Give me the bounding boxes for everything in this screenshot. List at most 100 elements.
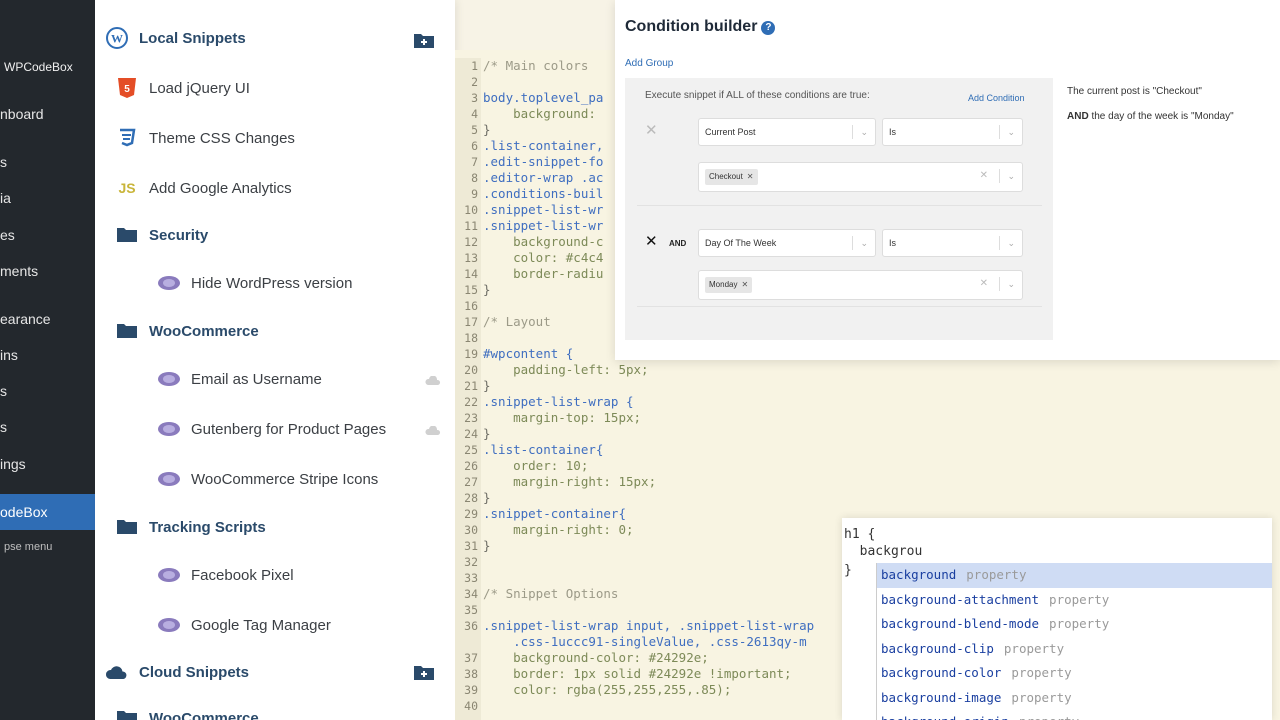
code-line: } <box>844 563 852 578</box>
wp-menu-item[interactable]: ings <box>0 456 26 472</box>
code-line[interactable]: border: 1px solid #24292e !important; <box>483 666 791 682</box>
code-line[interactable]: padding-left: 5px; <box>483 362 648 378</box>
code-line[interactable]: /* Snippet Options <box>483 586 618 602</box>
autocomplete-suggestion[interactable]: background-color property <box>877 661 1272 686</box>
code-line[interactable]: background: <box>483 106 596 122</box>
wp-menu-item[interactable]: s <box>0 154 7 170</box>
code-line[interactable]: } <box>483 538 491 554</box>
snippet-item[interactable]: 5 Load jQuery UI <box>115 76 250 100</box>
php-icon <box>157 417 181 441</box>
snippet-folder[interactable]: Tracking Scripts <box>115 515 266 539</box>
code-line[interactable]: .edit-snippet-fo <box>483 154 603 170</box>
code-line[interactable]: background-c <box>483 234 603 250</box>
snippets-panel: W Local Snippets 5 Load jQuery UI Theme … <box>95 0 455 720</box>
autocomplete-suggestion[interactable]: background-image property <box>877 686 1272 711</box>
code-line[interactable]: } <box>483 122 491 138</box>
add-group-link[interactable]: Add Group <box>625 58 673 69</box>
code-line[interactable]: .snippet-list-wrap input, .snippet-list-… <box>483 618 814 634</box>
snippet-folder[interactable]: Security <box>115 223 208 247</box>
line-number: 34 <box>464 587 478 601</box>
code-line[interactable]: /* Layout <box>483 314 551 330</box>
code-line[interactable]: .snippet-list-wr <box>483 218 603 234</box>
condition-value-select[interactable]: Monday ✕ ✕ ⌄ <box>698 270 1023 300</box>
code-line[interactable]: .snippet-list-wr <box>483 202 603 218</box>
condition-builder-panel: Condition builder? Add Group Execute sni… <box>615 0 1280 360</box>
line-number: 12 <box>464 235 478 249</box>
autocomplete-suggestion[interactable]: background-clip property <box>877 637 1272 662</box>
wp-menu-item[interactable]: ins <box>0 347 18 363</box>
add-folder-icon[interactable] <box>413 31 435 54</box>
wp-menu-item[interactable]: ia <box>0 190 11 206</box>
clear-icon: ✕ <box>979 278 988 289</box>
and-label: AND <box>669 239 687 248</box>
code-line[interactable]: body.toplevel_pa <box>483 90 603 106</box>
remove-condition-icon[interactable]: ✕ <box>645 232 658 250</box>
code-line[interactable]: order: 10; <box>483 458 588 474</box>
code-line[interactable]: .conditions-buil <box>483 186 603 202</box>
autocomplete-suggestion[interactable]: background property <box>877 563 1272 588</box>
condition-field-select[interactable]: Current Post ⌄ <box>698 118 876 146</box>
value-tag[interactable]: Monday ✕ <box>705 277 753 293</box>
code-line[interactable]: margin-top: 15px; <box>483 410 641 426</box>
condition-field-select[interactable]: Day Of The Week ⌄ <box>698 229 876 257</box>
snippet-item[interactable]: Google Tag Manager <box>157 613 331 637</box>
suggestion-name: background-image <box>881 689 1002 705</box>
condition-operator-select[interactable]: Is ⌄ <box>882 229 1023 257</box>
wp-brand-label: WPCodeBox <box>4 60 73 74</box>
code-line[interactable]: } <box>483 490 491 506</box>
code-line[interactable]: #wpcontent { <box>483 346 573 362</box>
wp-menu-item[interactable]: ments <box>0 263 38 279</box>
add-folder-icon[interactable] <box>413 663 435 686</box>
snippet-item[interactable]: Hide WordPress version <box>157 271 352 295</box>
folder-icon <box>115 515 139 539</box>
svg-text:5: 5 <box>124 84 130 95</box>
js-icon: JS <box>118 180 136 196</box>
snippet-item[interactable]: Email as Username <box>157 367 322 391</box>
line-number: 37 <box>464 651 478 665</box>
snippet-item[interactable]: Facebook Pixel <box>157 563 294 587</box>
code-line[interactable]: margin-right: 15px; <box>483 474 656 490</box>
snippet-item[interactable]: Theme CSS Changes <box>115 126 295 150</box>
snippet-item[interactable]: Gutenberg for Product Pages <box>157 417 386 441</box>
collapse-menu-button[interactable]: pse menu <box>4 541 52 553</box>
code-line[interactable]: color: rgba(255,255,255,.85); <box>483 682 731 698</box>
clear-icon: ✕ <box>979 170 988 181</box>
autocomplete-suggestion[interactable]: background-origin property <box>877 710 1272 720</box>
snippet-item[interactable]: JS Add Google Analytics <box>115 176 291 200</box>
line-number: 11 <box>464 219 478 233</box>
wp-menu-item-label[interactable]: odeBox <box>0 504 47 520</box>
condition-value-select[interactable]: Checkout ✕ ✕ ⌄ <box>698 162 1023 192</box>
code-line[interactable]: margin-right: 0; <box>483 522 633 538</box>
wp-menu-item[interactable]: es <box>0 227 15 243</box>
code-line[interactable]: border-radiu <box>483 266 603 282</box>
code-line[interactable]: .editor-wrap .ac <box>483 170 603 186</box>
suggestion-kind: property <box>1019 714 1079 720</box>
snippet-folder[interactable]: WooCommerce <box>115 706 259 720</box>
code-line[interactable]: .list-container, <box>483 138 603 154</box>
code-line[interactable]: } <box>483 378 491 394</box>
code-line[interactable]: /* Main colors <box>483 58 588 74</box>
code-line[interactable]: color: #c4c4 <box>483 250 603 266</box>
snippet-folder[interactable]: WooCommerce <box>115 319 259 343</box>
remove-condition-icon[interactable]: ✕ <box>645 121 658 139</box>
code-line[interactable]: .snippet-list-wrap { <box>483 394 634 410</box>
code-line[interactable]: } <box>483 426 491 442</box>
wp-menu-item[interactable]: nboard <box>0 106 44 122</box>
value-tag[interactable]: Checkout ✕ <box>705 169 758 185</box>
code-line[interactable]: backgrou <box>844 544 923 559</box>
wp-menu-item[interactable]: s <box>0 419 7 435</box>
code-line[interactable]: .snippet-container{ <box>483 506 626 522</box>
code-line[interactable]: .list-container{ <box>483 442 603 458</box>
code-line[interactable]: .css-1uccc91-singleValue, .css-2613qy-m <box>483 634 807 650</box>
add-condition-link[interactable]: Add Condition <box>968 93 1025 103</box>
autocomplete-suggestion[interactable]: background-attachment property <box>877 588 1272 613</box>
code-line[interactable]: } <box>483 282 491 298</box>
code-line[interactable]: background-color: #24292e; <box>483 650 709 666</box>
wp-menu-item[interactable]: earance <box>0 311 51 327</box>
condition-operator-select[interactable]: Is ⌄ <box>882 118 1023 146</box>
snippet-item[interactable]: WooCommerce Stripe Icons <box>157 467 378 491</box>
suggestion-name: background-color <box>881 665 1002 680</box>
help-icon[interactable]: ? <box>761 21 776 35</box>
autocomplete-suggestion[interactable]: background-blend-mode property <box>877 612 1272 637</box>
wp-menu-item[interactable]: s <box>0 383 7 399</box>
